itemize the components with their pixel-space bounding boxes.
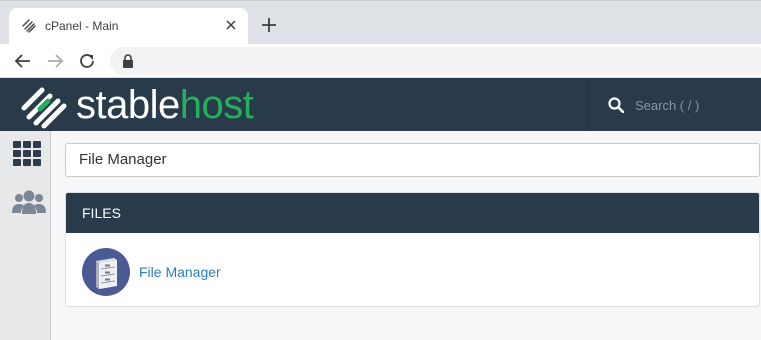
browser-toolbar <box>0 44 761 78</box>
plus-icon[interactable] <box>261 17 277 33</box>
stablehost-logo[interactable]: stablehost <box>20 80 254 130</box>
users-icon[interactable] <box>11 189 47 217</box>
header-search-placeholder: Search ( / ) <box>635 98 700 113</box>
close-icon[interactable] <box>222 16 240 34</box>
logo-text: stablehost <box>76 80 254 130</box>
logo-text-host: host <box>179 83 254 127</box>
tool-search-input[interactable]: File Manager <box>65 143 760 177</box>
cpanel-favicon-icon <box>22 19 36 33</box>
file-cabinet-icon <box>82 248 130 296</box>
lock-icon <box>123 54 133 68</box>
sidebar <box>0 131 51 340</box>
arrow-right-icon[interactable] <box>46 52 64 70</box>
panel-title[interactable]: FILES <box>66 193 759 233</box>
browser-tab[interactable]: cPanel - Main <box>9 8 248 45</box>
reload-icon[interactable] <box>78 52 96 70</box>
files-panel: FILES File Manager <box>65 192 760 307</box>
stablehost-logo-icon <box>21 87 67 129</box>
header-search[interactable]: Search ( / ) <box>588 78 761 131</box>
search-icon <box>608 97 624 113</box>
grid-icon[interactable] <box>12 140 42 168</box>
cpanel-header: stablehost Search ( / ) <box>0 78 761 131</box>
arrow-left-icon[interactable] <box>14 52 32 70</box>
logo-text-stable: stable <box>76 83 180 127</box>
tab-title: cPanel - Main <box>45 19 119 33</box>
browser-tabstrip: cPanel - Main <box>0 0 761 45</box>
file-manager-link[interactable]: File Manager <box>139 264 221 280</box>
address-bar[interactable] <box>110 47 761 75</box>
file-manager-item[interactable]: File Manager <box>81 247 221 297</box>
